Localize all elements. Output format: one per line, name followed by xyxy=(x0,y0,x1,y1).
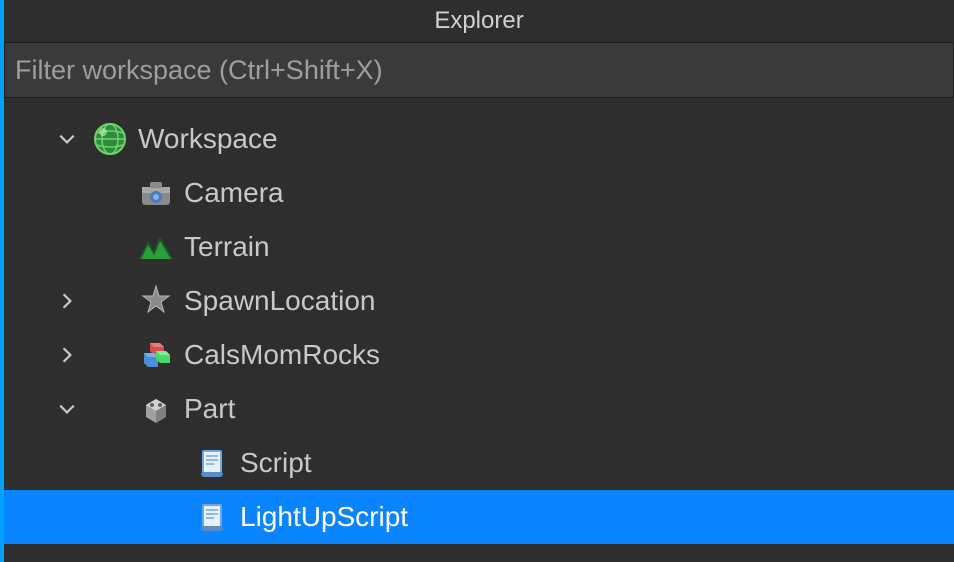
globe-icon xyxy=(92,121,128,157)
tree-item-script[interactable]: Script xyxy=(4,436,954,490)
tree-item-camera[interactable]: Camera xyxy=(4,166,954,220)
tree-item-script-selected[interactable]: LightUpScript xyxy=(4,490,954,544)
tree-item-label: Terrain xyxy=(184,231,270,263)
tree-item-workspace[interactable]: Workspace xyxy=(4,112,954,166)
spawn-icon xyxy=(138,283,174,319)
terrain-icon xyxy=(138,229,174,265)
script-icon xyxy=(194,445,230,481)
explorer-panel: Explorer Workspace xyxy=(4,0,954,562)
chevron-right-icon[interactable] xyxy=(52,340,82,370)
tree-item-label: SpawnLocation xyxy=(184,285,375,317)
camera-icon xyxy=(138,175,174,211)
script-icon xyxy=(194,499,230,535)
tree-item-label: CalsMomRocks xyxy=(184,339,380,371)
tree-item-terrain[interactable]: Terrain xyxy=(4,220,954,274)
filter-input[interactable] xyxy=(15,55,943,86)
chevron-right-icon[interactable] xyxy=(52,286,82,316)
tree-item-label: Part xyxy=(184,393,235,425)
chevron-down-icon[interactable] xyxy=(52,124,82,154)
tree-item-label: LightUpScript xyxy=(240,501,408,533)
tree-item-label: Script xyxy=(240,447,312,479)
tree-item-spawnlocation[interactable]: SpawnLocation xyxy=(4,274,954,328)
part-icon xyxy=(138,391,174,427)
tree-item-label: Camera xyxy=(184,177,284,209)
explorer-tree: Workspace Camera xyxy=(4,98,954,562)
chevron-down-icon[interactable] xyxy=(52,394,82,424)
panel-title: Explorer xyxy=(434,7,523,35)
model-icon xyxy=(138,337,174,373)
tree-item-model[interactable]: CalsMomRocks xyxy=(4,328,954,382)
tree-item-label: Workspace xyxy=(138,123,278,155)
filter-bar xyxy=(4,42,954,98)
panel-title-bar: Explorer xyxy=(4,0,954,42)
tree-item-part[interactable]: Part xyxy=(4,382,954,436)
